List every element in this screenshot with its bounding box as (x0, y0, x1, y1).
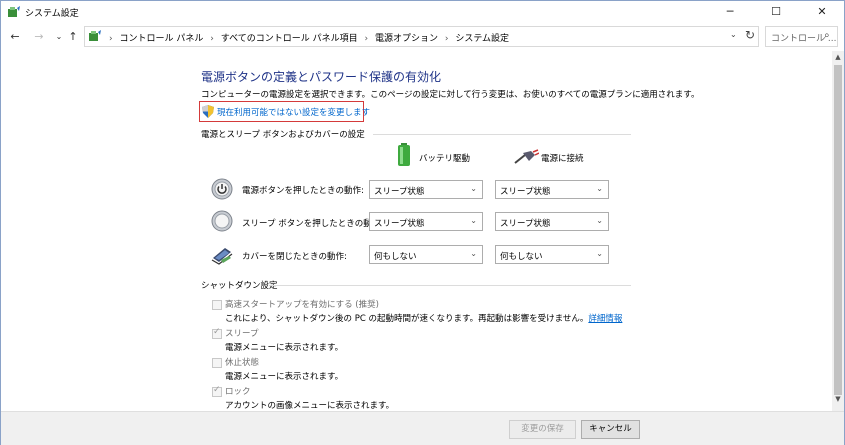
breadcrumb-separator-icon[interactable]: › (445, 34, 449, 44)
chevron-down-icon: ⌄ (470, 249, 477, 258)
breadcrumb-separator-icon[interactable]: › (210, 34, 214, 44)
sleep-option-label: スリープ (225, 329, 259, 339)
lid-close-battery-select[interactable]: 何もしない ⌄ (369, 245, 483, 264)
address-dropdown-icon[interactable]: ⌄ (730, 30, 737, 39)
uac-shield-icon (202, 105, 214, 118)
power-button-action-label: 電源ボタンを押したときの動作: (242, 186, 364, 196)
chevron-down-icon: ⌄ (470, 184, 477, 193)
back-arrow-icon[interactable]: ← (7, 29, 23, 45)
section-divider (269, 285, 631, 286)
more-info-link[interactable]: 詳細情報 (588, 314, 622, 324)
sleep-button-action-label: スリープ ボタンを押したときの動作: (242, 219, 384, 229)
title-bar: システム設定 ─ ☐ ✕ (1, 1, 844, 23)
checkmark-icon: ✓ (213, 385, 221, 395)
system-settings-window: システム設定 ─ ☐ ✕ ← → ⌄ ↑ › コントロール パネル › すべての… (0, 0, 845, 445)
search-icon[interactable]: ⌕ (824, 30, 830, 41)
lid-close-battery-value: 何もしない (374, 252, 417, 262)
hibernate-option-label: 休止状態 (225, 358, 260, 368)
change-unavailable-settings-link[interactable]: 現在利用可能ではない設定を変更します (217, 106, 370, 118)
hibernate-option-description: 電源メニューに表示されます。 (225, 372, 344, 382)
cancel-button[interactable]: キャンセル (581, 420, 640, 439)
chevron-down-icon: ⌄ (596, 216, 603, 225)
fast-startup-checkbox[interactable] (212, 300, 222, 310)
breadcrumb-separator-icon[interactable]: › (364, 34, 368, 44)
breadcrumb: › コントロール パネル › すべてのコントロール パネル項目 › 電源オプショ… (105, 31, 509, 44)
power-plug-icon (514, 149, 539, 164)
power-button-battery-select[interactable]: スリープ状態 ⌄ (369, 180, 483, 199)
scroll-down-arrow-icon[interactable]: ▼ (832, 395, 844, 407)
window-title: システム設定 (25, 9, 79, 19)
chevron-down-icon: ⌄ (596, 184, 603, 193)
address-bar[interactable]: › コントロール パネル › すべてのコントロール パネル項目 › 電源オプショ… (84, 26, 759, 47)
power-button-icon (211, 178, 233, 200)
save-changes-button[interactable]: 変更の保存 (509, 420, 576, 439)
lid-close-plugged-value: 何もしない (500, 252, 543, 262)
lock-option-description: アカウントの画像メニューに表示されます。 (225, 401, 395, 411)
laptop-lid-icon (211, 248, 233, 265)
sleep-button-plugged-value: スリープ状態 (500, 219, 551, 229)
chevron-down-icon: ⌄ (470, 216, 477, 225)
power-section-title: 電源とスリープ ボタンおよびカバーの設定 (201, 130, 365, 140)
power-options-icon (8, 6, 20, 17)
maximize-button[interactable]: ☐ (753, 1, 799, 23)
sleep-button-plugged-select[interactable]: スリープ状態 ⌄ (495, 212, 609, 231)
breadcrumb-system-settings[interactable]: システム設定 (455, 34, 509, 44)
page-title: 電源ボタンの定義とパスワード保護の有効化 (201, 70, 442, 84)
breadcrumb-control-panel[interactable]: コントロール パネル (119, 34, 203, 44)
refresh-icon[interactable]: ↻ (745, 28, 755, 42)
navigation-bar: ← → ⌄ ↑ › コントロール パネル › すべてのコントロール パネル項目 … (1, 23, 844, 51)
sleep-button-battery-select[interactable]: スリープ状態 ⌄ (369, 212, 483, 231)
breadcrumb-separator-icon: › (109, 34, 113, 44)
battery-icon (398, 143, 410, 166)
chevron-down-icon: ⌄ (596, 249, 603, 258)
control-panel-icon (89, 30, 101, 41)
change-settings-link-box[interactable]: 現在利用可能ではない設定を変更します (199, 101, 370, 122)
fast-startup-description-text: これにより、シャットダウン後の PC の起動時間が速くなります。再起動は影響を受… (225, 314, 589, 324)
vertical-scrollbar[interactable]: ▲ ▼ (832, 51, 844, 411)
sleep-option-description: 電源メニューに表示されます。 (225, 343, 344, 353)
hibernate-checkbox[interactable] (212, 358, 222, 368)
content-area: 電源ボタンの定義とパスワード保護の有効化 コンピューターの電源設定を選択できます… (1, 51, 832, 411)
sleep-button-icon (211, 210, 233, 232)
checkmark-icon: ✓ (213, 327, 221, 337)
lid-close-action-label: カバーを閉じたときの動作: (242, 252, 347, 262)
breadcrumb-all-items[interactable]: すべてのコントロール パネル項目 (221, 34, 358, 44)
search-input[interactable]: コントロール ... ⌕ (765, 26, 838, 47)
close-button[interactable]: ✕ (799, 1, 845, 23)
lock-checkbox[interactable]: ✓ (212, 385, 222, 397)
lock-option-label: ロック (225, 387, 251, 397)
minimize-button[interactable]: ─ (707, 1, 753, 23)
shutdown-section-title: シャットダウン設定 (201, 281, 278, 291)
sleep-button-battery-value: スリープ状態 (374, 219, 425, 229)
scroll-thumb[interactable] (834, 65, 842, 395)
lid-close-plugged-select[interactable]: 何もしない ⌄ (495, 245, 609, 264)
dialog-footer: 変更の保存 キャンセル (1, 411, 844, 445)
up-arrow-icon[interactable]: ↑ (65, 29, 81, 45)
forward-arrow-icon[interactable]: → (31, 29, 47, 45)
power-button-plugged-value: スリープ状態 (500, 187, 551, 197)
battery-column-header: バッテリ駆動 (419, 154, 471, 164)
power-button-battery-value: スリープ状態 (374, 187, 425, 197)
plugged-in-column-header: 電源に接続 (541, 154, 584, 164)
sleep-checkbox[interactable]: ✓ (212, 327, 222, 339)
power-button-plugged-select[interactable]: スリープ状態 ⌄ (495, 180, 609, 199)
scroll-up-arrow-icon[interactable]: ▲ (832, 53, 844, 65)
section-divider (373, 134, 631, 135)
fast-startup-label: 高速スタートアップを有効にする (推奨) (225, 300, 379, 310)
fast-startup-description: これにより、シャットダウン後の PC の起動時間が速くなります。再起動は影響を受… (225, 312, 622, 324)
page-description: コンピューターの電源設定を選択できます。このページの設定に対して行う変更は、お使… (201, 90, 700, 100)
breadcrumb-power-options[interactable]: 電源オプション (375, 34, 438, 44)
